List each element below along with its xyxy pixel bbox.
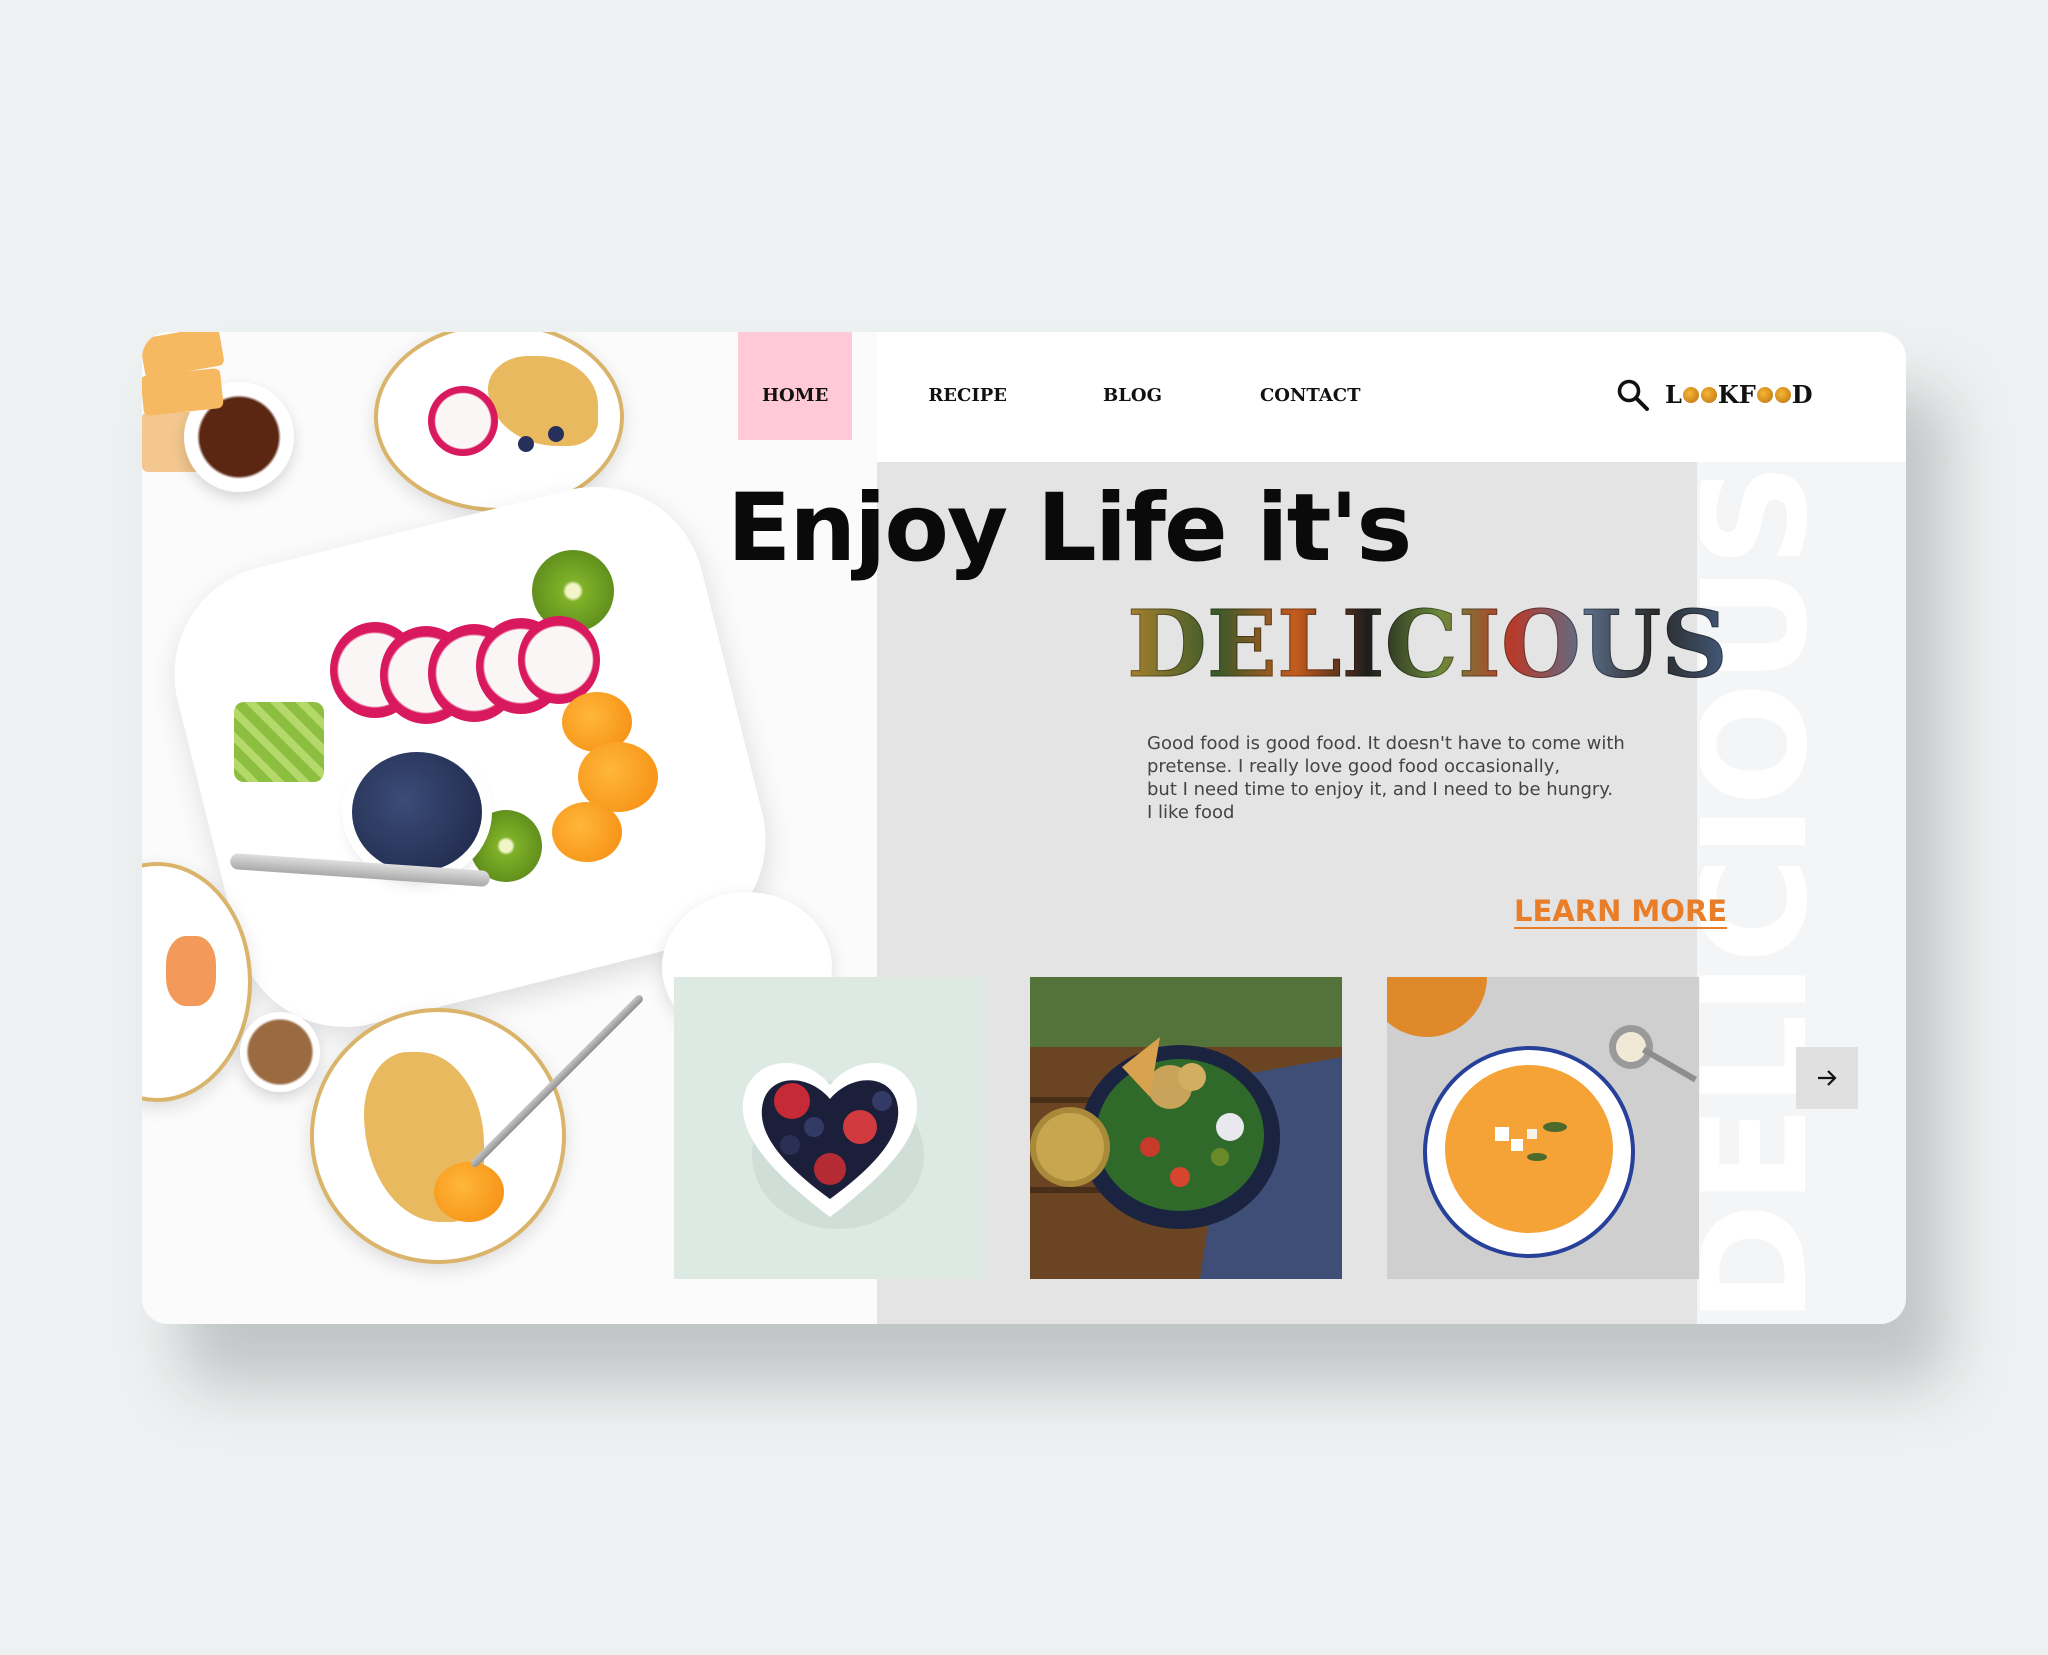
arrow-right-icon	[1818, 1070, 1837, 1086]
brand-logo[interactable]: L KF D	[1665, 380, 1813, 409]
nav-recipe[interactable]: RECIPE	[904, 332, 1031, 440]
nav-blog[interactable]: BLOG	[1079, 332, 1186, 440]
logo-orange-o-icon	[1756, 386, 1773, 403]
gallery-next-button[interactable]	[1796, 1047, 1858, 1109]
learn-more-link[interactable]: LEARN MORE	[1514, 894, 1727, 928]
hero-highlight: DELICIOUS	[1127, 590, 1729, 698]
search-icon[interactable]	[1616, 378, 1650, 412]
coffee-cup-image	[240, 1012, 320, 1092]
hero-description: Good food is good food. It doesn't have …	[1147, 733, 1625, 823]
breakfast-plate-image	[310, 1008, 566, 1264]
nav-contact[interactable]: CONTACT	[1236, 332, 1385, 440]
thumbnail-salad-bowl[interactable]	[1030, 977, 1342, 1279]
landing-card: DELICIOUS HOME RECIPE BLOG CONTACT L KF D …	[142, 332, 1906, 1324]
blueberry-bowl-image	[352, 752, 482, 872]
thumbnail-heart-bowl[interactable]	[674, 977, 986, 1279]
nav-home[interactable]: HOME	[738, 332, 853, 440]
hero-headline: Enjoy Life it's	[727, 474, 1412, 583]
logo-orange-o-icon	[1682, 386, 1699, 403]
main-nav: HOME RECIPE BLOG CONTACT	[738, 332, 1385, 440]
crepe-plate-image	[374, 332, 624, 512]
logo-orange-o-icon	[1700, 386, 1717, 403]
logo-orange-o-icon	[1774, 386, 1791, 403]
thumbnail-pumpkin-soup[interactable]	[1387, 977, 1699, 1279]
